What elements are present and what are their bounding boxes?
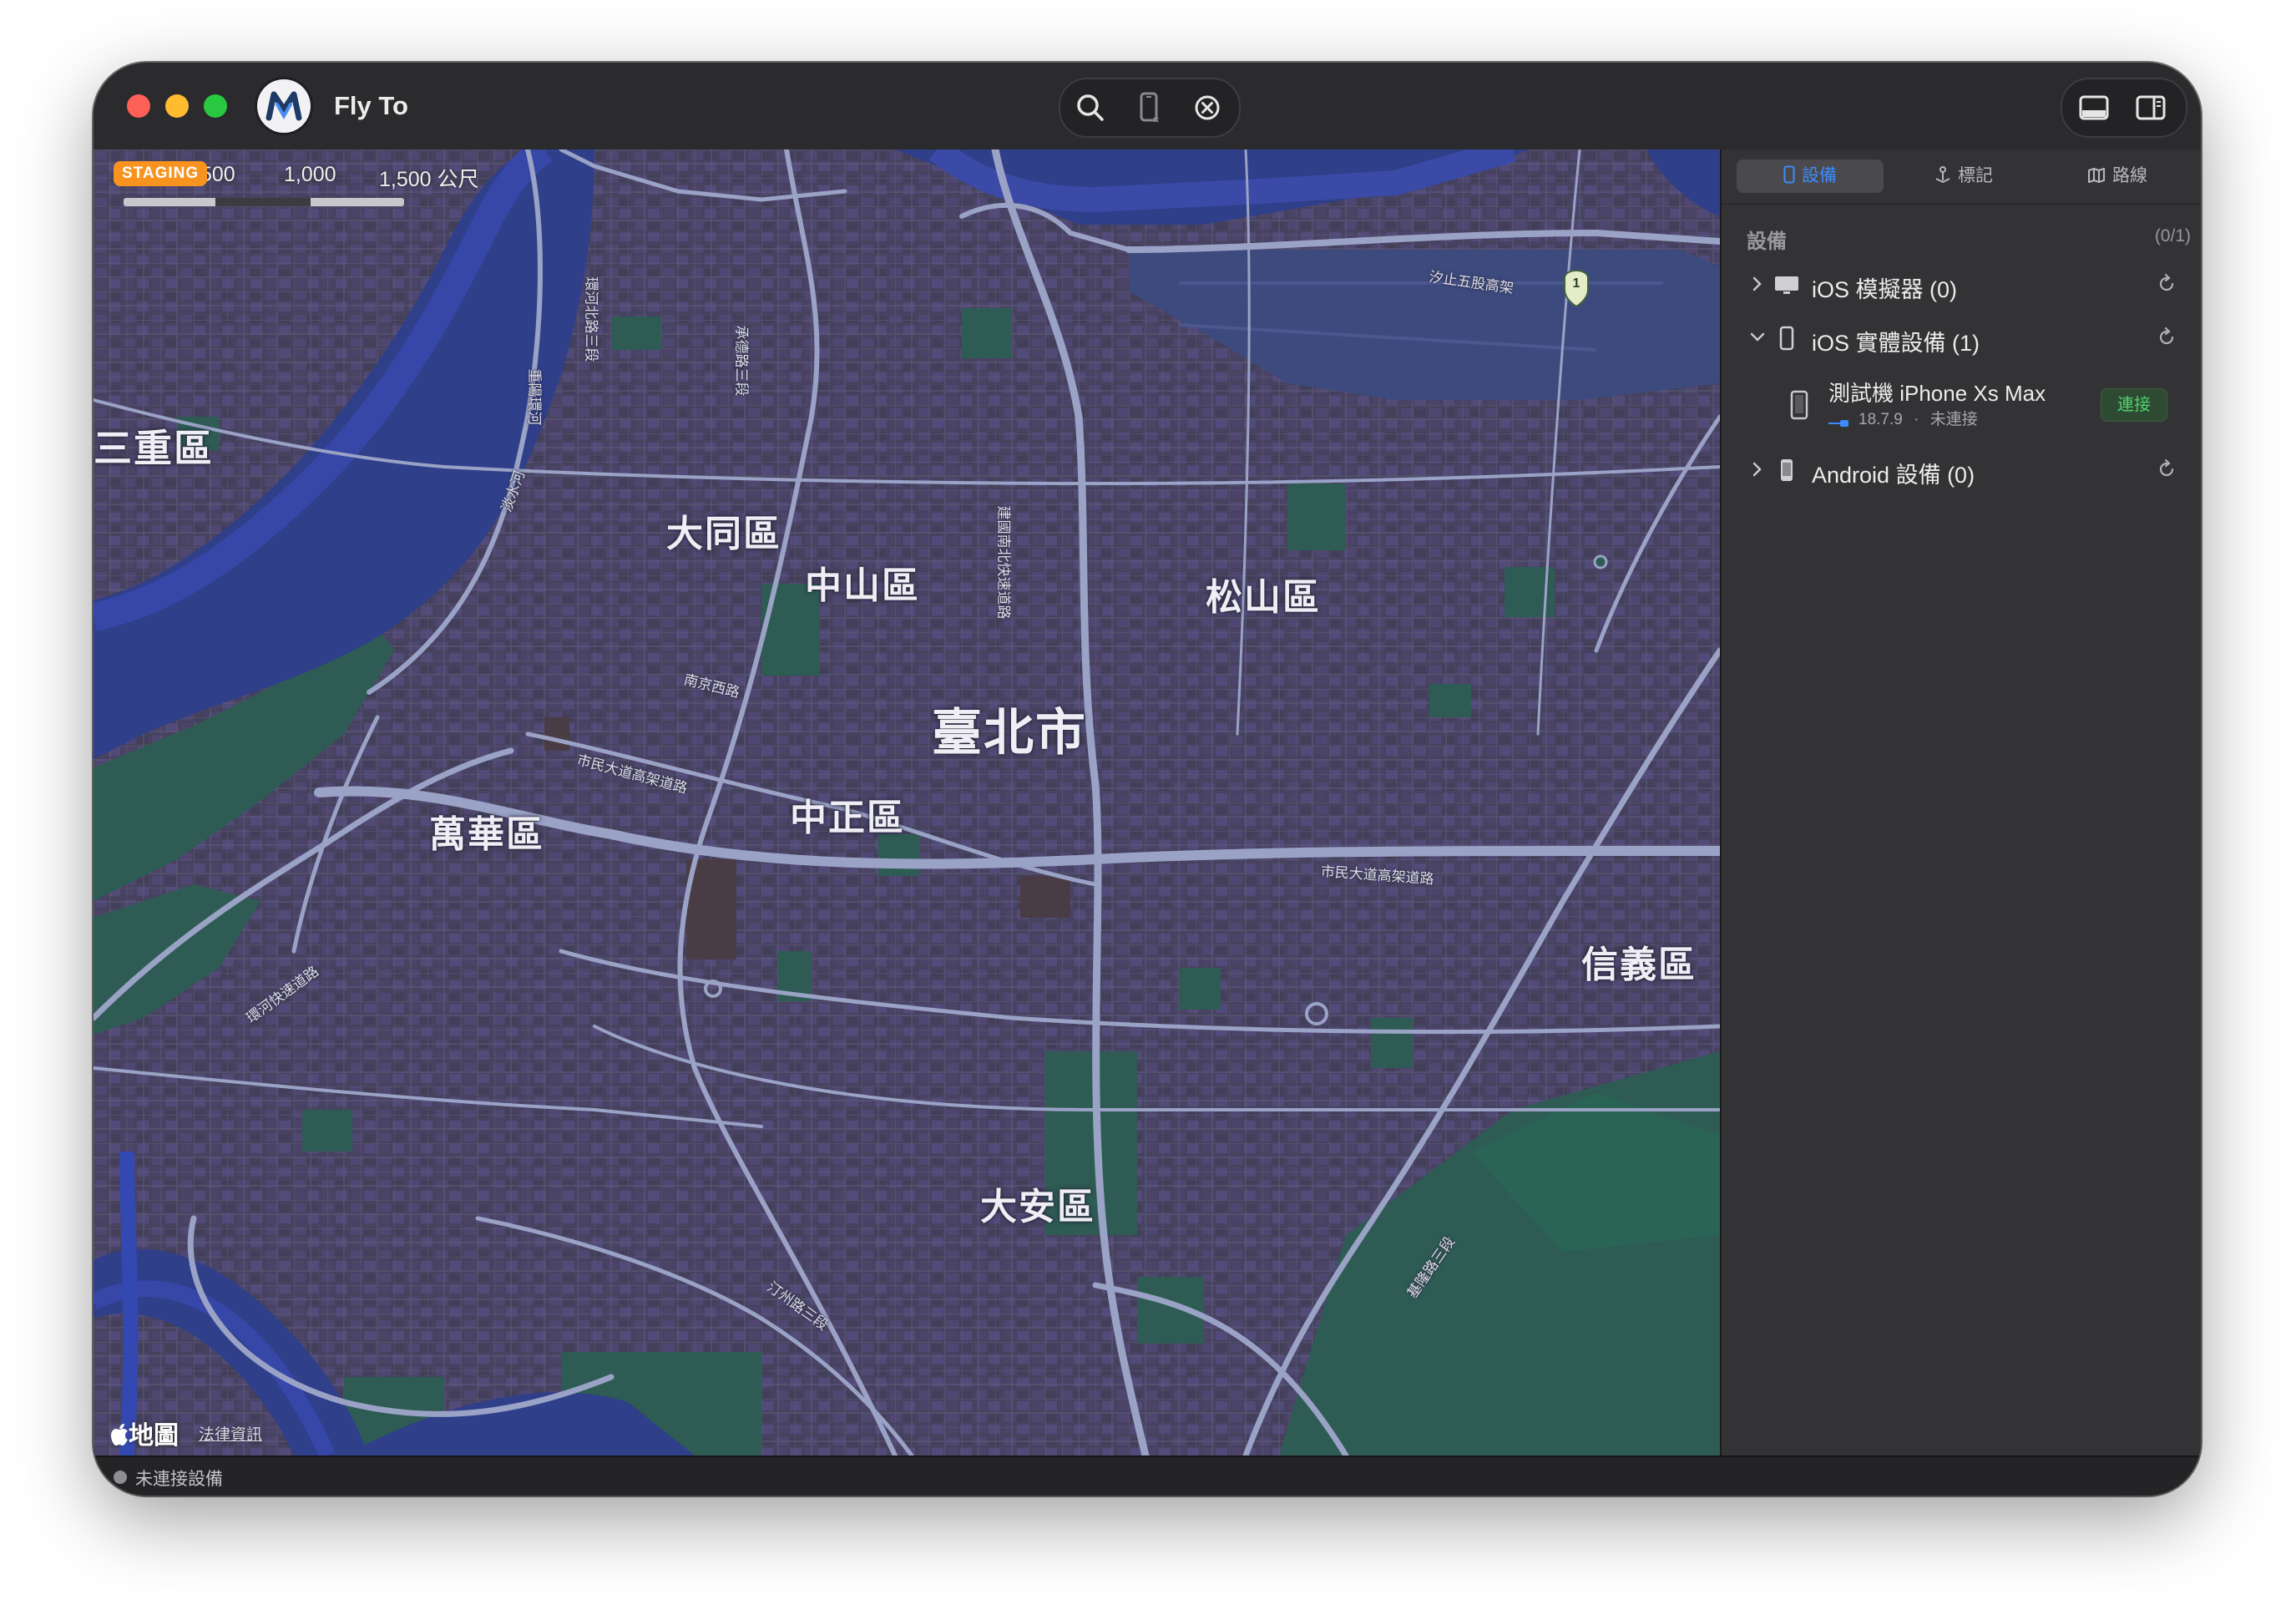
device-group-ios-physical[interactable]: iOS 實體設備 (1) xyxy=(1722,315,2201,362)
device-group-label: iOS 模擬器 (0) xyxy=(1812,277,1958,302)
device-group-label: iOS 實體設備 (1) xyxy=(1812,331,1980,356)
device-row-iphone-xs-max[interactable]: 測試機 iPhone Xs Max 18.7.9 · 未連接 連接 xyxy=(1722,373,2201,437)
chevron-right-icon[interactable] xyxy=(1747,458,1768,480)
device-subtitle-separator: · xyxy=(1914,411,1919,428)
device-group-ios-simulator[interactable]: iOS 模擬器 (0) xyxy=(1722,261,2201,308)
iphone-icon xyxy=(1779,326,1794,351)
section-count: (0/1) xyxy=(2154,226,2191,246)
district-label-sanchong[interactable]: 三重區 xyxy=(94,418,214,473)
status-bar: 未連接設備 xyxy=(94,1455,2201,1496)
window-minimize-button[interactable] xyxy=(165,94,189,118)
district-label-songshan[interactable]: 松山區 xyxy=(1206,567,1321,620)
district-label-zhongzheng[interactable]: 中正區 xyxy=(790,787,905,841)
staging-badge: STAGING xyxy=(114,161,208,186)
road-label: 建國南北快速道路 xyxy=(994,505,1012,620)
tab-routes-label: 路線 xyxy=(2112,166,2147,185)
title-bar: Fly To xyxy=(94,63,2201,151)
refresh-icon[interactable] xyxy=(2156,327,2177,348)
iphone-icon xyxy=(1783,162,1795,195)
device-ios-version: 18.7.9 xyxy=(1859,411,1903,428)
maps-attribution-label: 地圖 xyxy=(129,1422,179,1450)
district-label-daan[interactable]: 大安區 xyxy=(980,1177,1095,1230)
scale-bar xyxy=(124,198,404,206)
tab-markers-label: 標記 xyxy=(1958,166,1993,185)
desktop-icon xyxy=(1775,276,1798,294)
tabs-divider xyxy=(1722,203,2201,205)
device-sidebar: 設備 標記 路線 設備 (0/1) iOS 模擬器 (0) iOS 實體設備 (… xyxy=(1720,149,2201,1455)
maps-attribution: 地圖 xyxy=(110,1415,179,1451)
window-close-button[interactable] xyxy=(127,94,150,118)
status-indicator-icon xyxy=(114,1471,127,1484)
device-button[interactable] xyxy=(1129,88,1169,128)
search-icon xyxy=(1077,94,1104,121)
district-label-zhongshan[interactable]: 中山區 xyxy=(805,555,920,609)
android-phone-icon xyxy=(1781,459,1793,481)
sidebar-tabs: 設備 標記 路線 xyxy=(1737,159,2191,193)
city-label-taipei[interactable]: 臺北市 xyxy=(932,692,1087,765)
search-button[interactable] xyxy=(1070,88,1110,128)
district-label-datong[interactable]: 大同區 xyxy=(666,504,781,557)
app-logo xyxy=(257,79,311,133)
refresh-icon[interactable] xyxy=(2156,273,2177,295)
toggle-sidebar-button[interactable] xyxy=(2131,88,2171,128)
bottom-panel-icon xyxy=(2079,95,2109,120)
connect-button[interactable]: 連接 xyxy=(2101,388,2167,422)
legal-info-link[interactable]: 法律資訊 xyxy=(199,1422,262,1445)
iphone-icon xyxy=(1140,92,1159,123)
status-text: 未連接設備 xyxy=(135,1470,223,1489)
device-name: 測試機 iPhone Xs Max xyxy=(1828,381,2046,406)
road-label: 承德路三段 xyxy=(732,325,750,397)
chevron-down-icon[interactable] xyxy=(1747,327,1768,348)
district-label-xinyi[interactable]: 信義區 xyxy=(1581,934,1697,988)
window-zoom-button[interactable] xyxy=(204,94,227,118)
tab-devices[interactable]: 設備 xyxy=(1737,159,1884,193)
apple-logo-icon xyxy=(110,1424,129,1445)
device-connection-state: 未連接 xyxy=(1929,411,1978,428)
device-group-label: Android 設備 (0) xyxy=(1812,463,1975,488)
road-label: 重陽環河 xyxy=(525,368,543,426)
device-group-android[interactable]: Android 設備 (0) xyxy=(1722,447,2201,494)
scale-label-1000: 1,000 xyxy=(284,163,336,186)
district-label-wanhua[interactable]: 萬華區 xyxy=(429,804,544,858)
map-view[interactable]: 1 三重區 大同區 中山區 松山區 臺北市 萬華區 中正區 信義區 大安區 汐止… xyxy=(94,149,1720,1455)
window-title: Fly To xyxy=(334,91,408,120)
sidebar-icon xyxy=(2136,95,2166,120)
map-icon xyxy=(2087,162,2106,195)
clear-button[interactable] xyxy=(1187,88,1227,128)
scale-label-1500: 1,500 公尺 xyxy=(379,168,479,191)
app-window: Fly To 1 三重區 大同區 中山區 松山區 臺北市 萬華區 中正區 信義區… xyxy=(94,63,2201,1496)
clear-icon xyxy=(1195,95,1220,120)
tab-markers[interactable]: 標記 xyxy=(1890,159,2037,193)
pin-icon xyxy=(1934,162,1951,195)
section-title: 設備 xyxy=(1747,230,1787,253)
toolbar-right-group xyxy=(2061,78,2187,138)
toolbar-center-group xyxy=(1059,78,1241,138)
usb-cable-icon xyxy=(1828,415,1850,427)
highway-shield-label: 1 xyxy=(1572,276,1580,291)
chevron-right-icon[interactable] xyxy=(1747,273,1768,295)
tab-devices-label: 設備 xyxy=(1802,166,1837,185)
toggle-bottom-panel-button[interactable] xyxy=(2074,88,2114,128)
map-base-layer xyxy=(94,149,1720,1455)
road-label: 環河北路三段 xyxy=(582,276,599,362)
iphone-icon xyxy=(1790,390,1808,420)
device-subtitle: 18.7.9 · 未連接 xyxy=(1828,407,1978,429)
refresh-icon[interactable] xyxy=(2156,458,2177,480)
tab-routes[interactable]: 路線 xyxy=(2044,159,2191,193)
